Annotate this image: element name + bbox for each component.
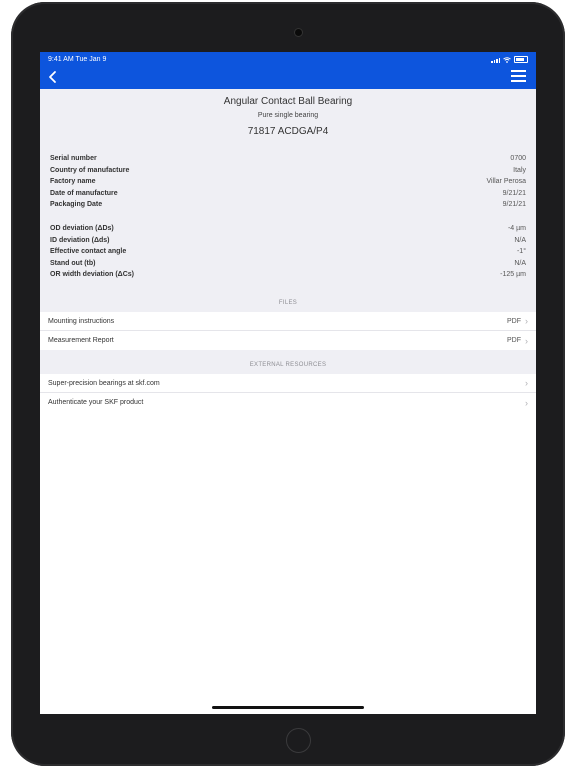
detail-value: -125 µm [500, 271, 526, 279]
file-item-measurement-report[interactable]: Measurement Report PDF › [40, 331, 536, 350]
detail-value: -1° [516, 248, 526, 256]
status-icons [491, 56, 528, 63]
detail-label: Factory name [50, 178, 96, 186]
detail-row: OR width deviation (ΔCs) -125 µm [50, 269, 526, 281]
detail-label: OD deviation (ΔDs) [50, 225, 114, 232]
empty-content-area [40, 412, 536, 714]
detail-value: -4 µm [507, 225, 526, 232]
detail-label: Effective contact angle [50, 248, 127, 256]
detail-label: ID deviation (Δds) [50, 236, 110, 244]
detail-row: ID deviation (Δds) N/A [50, 235, 526, 247]
status-time: 9:41 AM Tue Jan 9 [48, 56, 107, 63]
detail-label: Country of manufacture [50, 166, 130, 174]
detail-value: Villar Perosa [486, 178, 526, 186]
detail-value: N/A [514, 236, 526, 244]
link-item-authenticate-product[interactable]: Authenticate your SKF product › [40, 393, 536, 412]
link-item-super-precision-bearings[interactable]: Super-precision bearings at skf.com › [40, 374, 536, 393]
detail-label: Packaging Date [50, 201, 103, 209]
detail-value: N/A [514, 259, 526, 267]
pdf-badge: PDF [507, 337, 521, 344]
battery-icon [514, 56, 528, 63]
detail-label: Stand out (tb) [50, 259, 96, 267]
list-item-label: Mounting instructions [48, 317, 115, 325]
detail-label: OR width deviation (ΔCs) [50, 271, 134, 279]
manufacture-details: Serial number 0700 Country of manufactur… [50, 153, 526, 211]
detail-row: Packaging Date 9/21/21 [50, 199, 526, 211]
signal-icon [491, 57, 500, 63]
list-item-label: Authenticate your SKF product [48, 399, 144, 406]
detail-value: Italy [513, 166, 526, 174]
list-item-label: Measurement Report [48, 337, 114, 344]
detail-value: 9/21/21 [502, 201, 526, 209]
hamburger-menu-icon[interactable] [511, 70, 526, 82]
detail-label: Serial number [50, 155, 97, 162]
detail-label: Date of manufacture [50, 189, 118, 197]
chevron-right-icon: › [525, 378, 528, 388]
designation-title: 71817 ACDGA/P4 [247, 126, 329, 137]
detail-value: 0700 [510, 155, 526, 162]
home-indicator[interactable] [212, 706, 364, 709]
external-resources-header: EXTERNAL RESOURCES [249, 362, 327, 368]
files-list: Mounting instructions PDF › Measurement … [40, 312, 536, 350]
detail-row: Stand out (tb) N/A [50, 258, 526, 270]
detail-row: Effective contact angle -1° [50, 246, 526, 258]
product-type-title: Angular Contact Ball Bearing [223, 96, 353, 107]
detail-row: OD deviation (ΔDs) -4 µm [50, 223, 526, 235]
files-section-header: FILES [278, 300, 298, 306]
detail-row: Factory name Villar Perosa [50, 176, 526, 188]
detail-row: Serial number 0700 [50, 153, 526, 165]
pdf-badge: PDF [507, 317, 521, 325]
detail-row: Date of manufacture 9/21/21 [50, 188, 526, 200]
chevron-right-icon: › [525, 397, 528, 408]
external-resources-list: Super-precision bearings at skf.com › Au… [40, 374, 536, 412]
chevron-right-icon: › [525, 335, 528, 346]
app-screen: 9:41 AM Tue Jan 9 Angular Contact Ball B… [40, 52, 536, 714]
back-chevron-icon[interactable] [46, 70, 60, 84]
file-item-mounting-instructions[interactable]: Mounting instructions PDF › [40, 312, 536, 331]
arrangement-subtitle: Pure single bearing [257, 112, 319, 119]
wifi-icon [503, 56, 511, 63]
list-item-label: Super-precision bearings at skf.com [48, 379, 160, 387]
navigation-bar: 9:41 AM Tue Jan 9 [40, 52, 536, 89]
detail-value: 9/21/21 [502, 189, 526, 197]
detail-row: Country of manufacture Italy [50, 165, 526, 177]
home-button[interactable] [286, 728, 311, 753]
front-camera [295, 29, 302, 36]
chevron-right-icon: › [525, 316, 528, 326]
measurement-details: OD deviation (ΔDs) -4 µm ID deviation (Δ… [50, 223, 526, 281]
